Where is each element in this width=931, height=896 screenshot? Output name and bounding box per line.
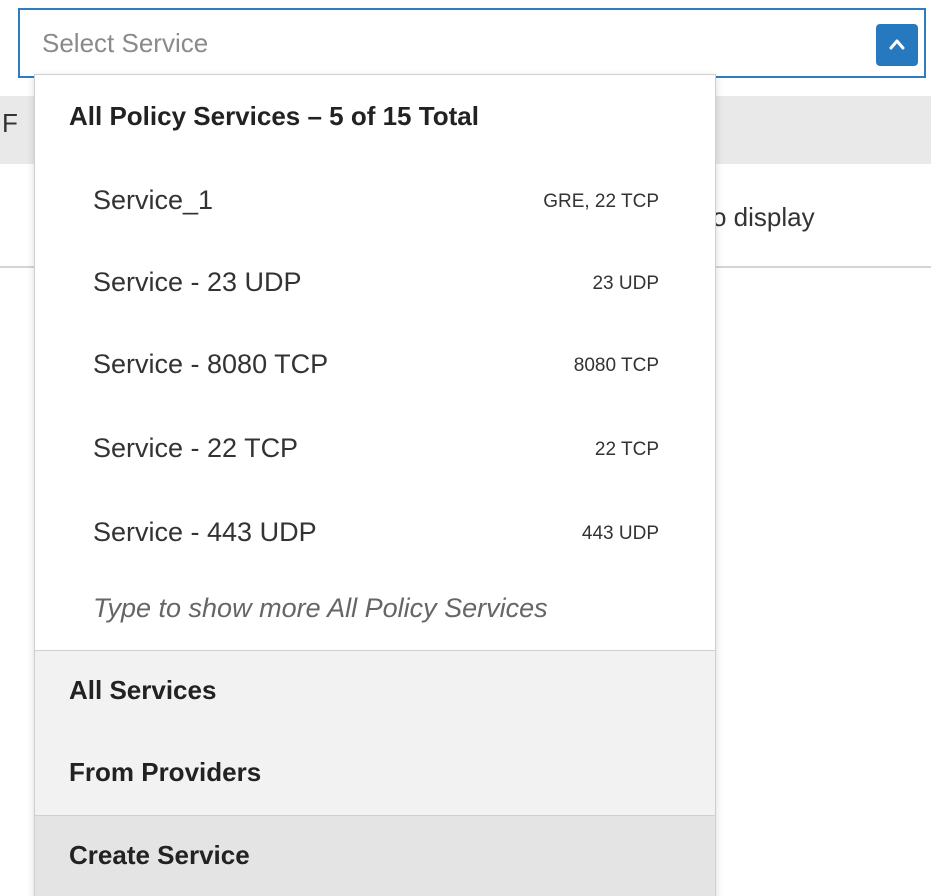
option-service-1[interactable]: Service_1 GRE, 22 TCP <box>35 161 715 243</box>
section-all-services[interactable]: All Services <box>35 651 715 733</box>
more-results-hint: Type to show more All Policy Services <box>93 593 548 623</box>
section-from-providers[interactable]: From Providers <box>35 733 715 815</box>
page: F o display Select Service All Policy Se… <box>0 0 931 896</box>
create-service-button[interactable]: Create Service <box>35 815 715 896</box>
option-label: Service - 23 UDP <box>93 267 302 297</box>
option-protocol: 23 UDP <box>592 273 659 294</box>
section-label: All Services <box>69 675 217 705</box>
other-sources-section: All Services From Providers <box>35 650 715 817</box>
option-service-22-tcp[interactable]: Service - 22 TCP 22 TCP <box>35 409 715 491</box>
option-protocol: GRE, 22 TCP <box>543 191 659 212</box>
option-label: Service_1 <box>93 185 214 215</box>
option-service-8080-tcp[interactable]: Service - 8080 TCP 8080 TCP <box>35 325 715 407</box>
service-dropdown-menu: All Policy Services – 5 of 15 Total Serv… <box>34 74 716 896</box>
dropdown-toggle-button[interactable] <box>876 24 918 66</box>
option-protocol: 8080 TCP <box>573 355 659 376</box>
table-header-label: F <box>2 108 18 138</box>
section-label: From Providers <box>69 757 262 787</box>
select-placeholder[interactable]: Select Service <box>42 28 208 59</box>
option-label: Service - 22 TCP <box>93 433 299 463</box>
option-protocol: 443 UDP <box>581 523 659 544</box>
chevron-up-icon <box>889 39 905 50</box>
option-label: Service - 443 UDP <box>93 517 317 547</box>
option-service-443-udp[interactable]: Service - 443 UDP 443 UDP <box>35 493 715 575</box>
option-service-23-udp[interactable]: Service - 23 UDP 23 UDP <box>35 243 715 325</box>
group-header: All Policy Services – 5 of 15 Total <box>69 101 479 131</box>
option-protocol: 22 TCP <box>594 439 659 460</box>
option-label: Service - 8080 TCP <box>93 349 329 379</box>
service-select[interactable]: Select Service <box>18 8 926 78</box>
empty-state-text: o display <box>712 202 815 232</box>
create-service-label: Create Service <box>69 840 250 870</box>
